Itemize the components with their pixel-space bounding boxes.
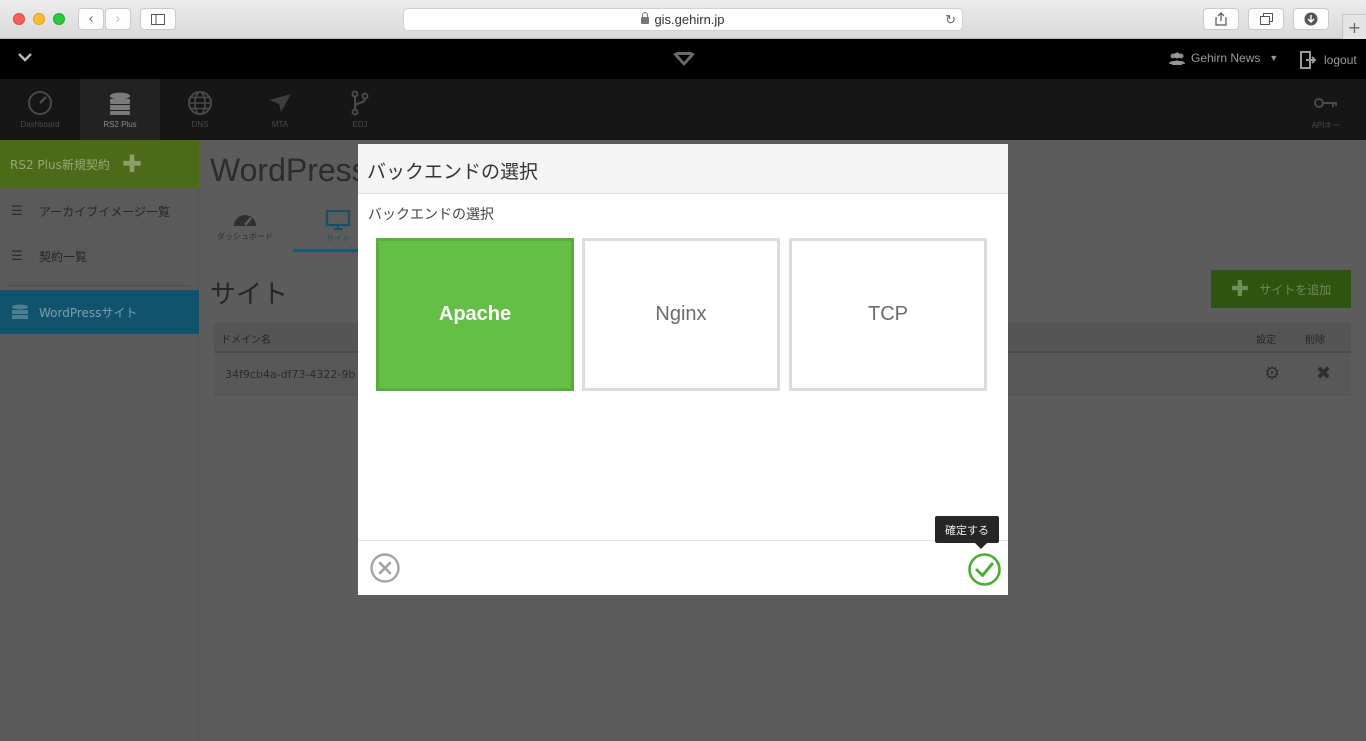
service-dashboard[interactable]: Dashboard — [0, 79, 80, 140]
gehirn-logo-icon[interactable] — [672, 51, 696, 67]
modal-footer — [358, 540, 1008, 595]
download-icon — [1304, 12, 1318, 26]
branch-icon — [351, 90, 369, 116]
service-label: MTA — [271, 120, 289, 129]
plus-icon: + — [1347, 17, 1362, 37]
users-icon — [1169, 52, 1185, 65]
cancel-circle-icon[interactable] — [370, 553, 400, 583]
list-icon: ☰ — [11, 203, 23, 219]
share-icon — [1215, 12, 1227, 26]
column-header-domain: ドメイン名 — [221, 335, 271, 346]
new-contract-label: RS2 Plus新規契約 — [10, 157, 110, 172]
paper-plane-icon — [269, 94, 291, 112]
logout-icon — [1300, 51, 1316, 69]
tabs-button[interactable] — [1248, 8, 1284, 30]
logout-label: logout — [1324, 53, 1357, 67]
url-text: gis.gehirn.jp — [654, 12, 725, 27]
server-stack-icon — [12, 304, 28, 319]
sidebar-icon — [151, 13, 165, 25]
server-stack-icon — [110, 92, 130, 115]
confirm-tooltip: 確定する — [935, 516, 999, 549]
service-label: DNS — [191, 120, 209, 129]
tab-label: ダッシュボード — [217, 232, 273, 241]
plus-icon: ✚ — [121, 150, 142, 178]
minimize-window-button[interactable] — [33, 13, 45, 25]
sidebar-item-label: WordPressサイト — [39, 305, 138, 320]
gear-icon[interactable]: ⚙ — [1264, 363, 1280, 384]
new-contract-button[interactable]: RS2 Plus新規契約 ✚ — [0, 140, 199, 188]
backend-option-nginx[interactable]: Nginx — [582, 238, 780, 391]
backend-option-tcp[interactable]: TCP — [789, 238, 987, 391]
service-nav: Dashboard RS2 Plus DNS MTA EDJ APIキー — [0, 79, 1366, 140]
modal-title: バックエンドの選択 — [358, 144, 1008, 194]
service-api-key[interactable]: APIキー — [1286, 79, 1366, 140]
modal-subtitle: バックエンドの選択 — [368, 207, 494, 223]
column-header-delete: 削除 — [1305, 335, 1325, 346]
forward-button[interactable]: › — [105, 8, 131, 30]
lock-icon — [641, 12, 650, 24]
app-header: Gehirn News ▼ logout — [0, 39, 1366, 79]
service-label: Dashboard — [20, 120, 60, 129]
chevron-left-icon: ‹ — [88, 11, 94, 27]
new-tab-button[interactable]: + — [1342, 14, 1366, 39]
sidebar: RS2 Plus新規契約 ✚ ☰ アーカイブイメージ一覧 ☰ 契約一覧 Word… — [0, 140, 199, 741]
service-rs2-plus[interactable]: RS2 Plus — [80, 79, 160, 140]
logout-link[interactable]: logout — [1300, 51, 1357, 69]
sidebar-item-wordpress-sites[interactable]: WordPressサイト — [0, 290, 199, 334]
key-icon — [1314, 98, 1337, 108]
zoom-window-button[interactable] — [53, 13, 65, 25]
chevron-right-icon: › — [115, 11, 121, 27]
page-title: WordPress — [210, 152, 368, 188]
user-menu-label: Gehirn News — [1191, 51, 1261, 65]
chevron-down-icon[interactable] — [17, 50, 33, 66]
monitor-icon — [325, 210, 351, 230]
service-label: APIキー — [1311, 121, 1341, 130]
speedometer-icon — [28, 91, 52, 115]
domain-cell: 34f9cb4a-df73-4322-9b — [225, 368, 356, 381]
service-label: RS2 Plus — [103, 120, 137, 129]
user-menu[interactable]: Gehirn News ▼ — [1168, 51, 1278, 65]
service-mta[interactable]: MTA — [240, 79, 320, 140]
address-bar[interactable]: gis.gehirn.jp ↻ — [403, 8, 963, 31]
delete-icon[interactable]: ✖ — [1316, 363, 1331, 384]
caret-down-icon: ▼ — [1269, 53, 1279, 63]
add-site-button[interactable]: ✚ サイトを追加 — [1211, 270, 1351, 308]
downloads-button[interactable] — [1293, 8, 1329, 30]
backend-option-apache[interactable]: Apache — [376, 238, 574, 391]
backend-select-modal: バックエンドの選択 バックエンドの選択 Apache Nginx TCP — [358, 144, 1008, 595]
plus-icon: ✚ — [1230, 276, 1250, 302]
column-header-settings: 設定 — [1256, 335, 1276, 346]
speedometer-icon — [234, 215, 256, 226]
service-dns[interactable]: DNS — [160, 79, 240, 140]
close-window-button[interactable] — [13, 13, 25, 25]
service-edj[interactable]: EDJ — [320, 79, 400, 140]
browser-toolbar: ‹ › gis.gehirn.jp ↻ + — [0, 0, 1366, 39]
sidebar-item-label: アーカイブイメージ一覧 — [39, 204, 171, 219]
confirm-check-icon[interactable] — [968, 553, 1001, 586]
sidebar-divider — [8, 285, 190, 286]
share-button[interactable] — [1203, 8, 1239, 30]
sidebar-item-label: 契約一覧 — [39, 249, 88, 264]
add-site-label: サイトを追加 — [1259, 282, 1332, 297]
section-title: サイト — [210, 280, 289, 310]
tab-dashboard[interactable]: ダッシュボード — [200, 210, 290, 252]
globe-icon — [188, 91, 212, 115]
sidebar-item-contracts[interactable]: ☰ 契約一覧 — [0, 236, 199, 276]
reload-icon[interactable]: ↻ — [945, 12, 956, 28]
tabs-icon — [1259, 13, 1273, 25]
service-label: EDJ — [352, 120, 368, 129]
back-button[interactable]: ‹ — [78, 8, 104, 30]
sidebar-toggle-button[interactable] — [140, 8, 176, 30]
list-icon: ☰ — [11, 248, 23, 264]
tab-label: サイト — [326, 234, 350, 243]
sidebar-item-archive-images[interactable]: ☰ アーカイブイメージ一覧 — [0, 191, 199, 231]
